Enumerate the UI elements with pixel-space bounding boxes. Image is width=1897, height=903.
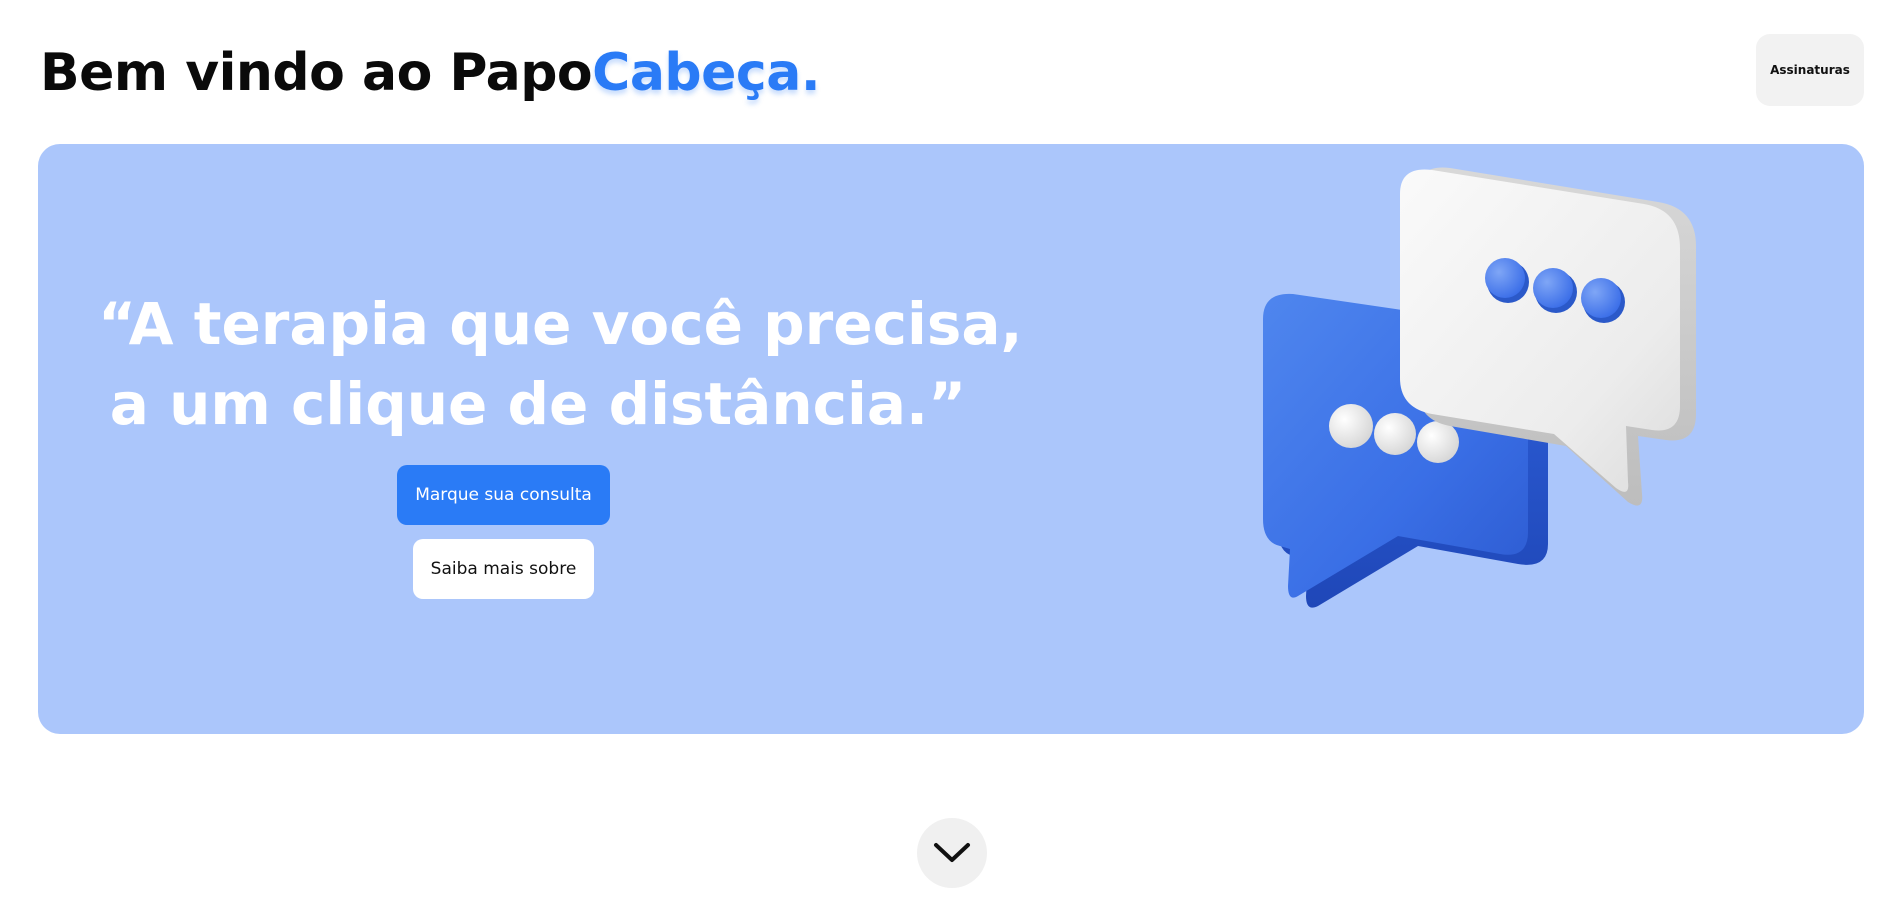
hero-quote-line-2: a um clique de distância.” bbox=[109, 370, 967, 438]
title-prefix: Bem vindo ao Papo bbox=[40, 43, 593, 103]
title-accent: Cabeça. bbox=[592, 43, 821, 103]
hero-banner: “A terapia que você precisa, a um clique… bbox=[38, 144, 1864, 734]
chat-bubbles-icon bbox=[1263, 167, 1696, 608]
page-title: Bem vindo ao PapoCabeça. bbox=[40, 38, 821, 108]
chevron-down-icon bbox=[934, 843, 970, 862]
hero-quote: “A terapia que você precisa, a um clique… bbox=[98, 284, 1023, 444]
scroll-down-button[interactable] bbox=[917, 818, 987, 888]
learn-more-button[interactable]: Saiba mais sobre bbox=[413, 539, 594, 599]
hero-quote-line-1: “A terapia que você precisa, bbox=[98, 290, 1023, 358]
subscriptions-button[interactable]: Assinaturas bbox=[1756, 34, 1864, 106]
page-header: Bem vindo ao PapoCabeça. Assinaturas bbox=[0, 0, 1897, 140]
book-appointment-button[interactable]: Marque sua consulta bbox=[397, 465, 610, 525]
